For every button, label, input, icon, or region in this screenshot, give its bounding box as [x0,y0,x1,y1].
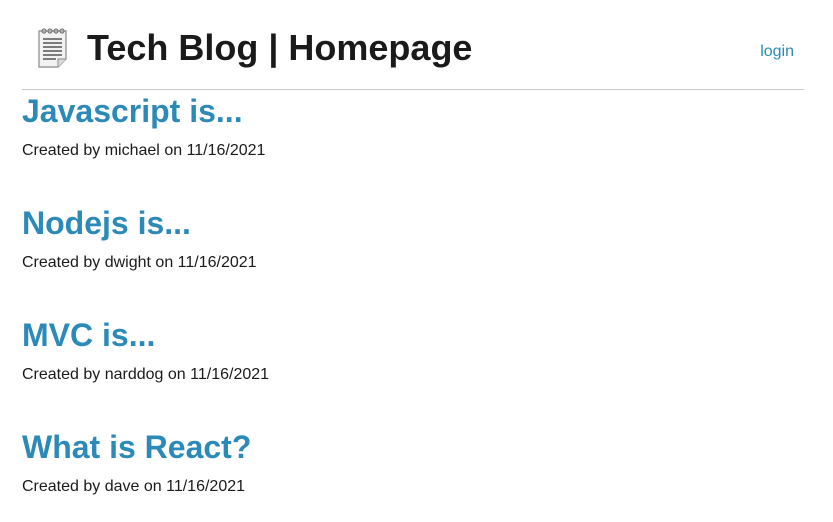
post-meta: Created by narddog on 11/16/2021 [22,365,804,385]
on-label: on [155,254,174,271]
post-title-link[interactable]: What is React? [22,426,804,466]
login-link[interactable]: login [760,42,794,62]
post-item: Javascript is... Created by michael on 1… [22,90,804,202]
on-label: on [143,478,162,495]
created-by-label: Created by [22,478,101,495]
post-title-link[interactable]: MVC is... [22,314,804,354]
page: Tech Blog | Homepage login Javascript is… [0,0,833,522]
on-label: on [167,366,186,383]
created-by-label: Created by [22,142,101,159]
post-title-link[interactable]: Javascript is... [22,90,804,130]
post-item: What is React? Created by dave on 11/16/… [22,426,804,522]
post-date: 11/16/2021 [166,478,246,495]
post-item: MVC is... Created by narddog on 11/16/20… [22,314,804,426]
brand: Tech Blog | Homepage [36,26,472,70]
post-item: Nodejs is... Created by dwight on 11/16/… [22,202,804,314]
post-list: Javascript is... Created by michael on 1… [22,90,804,522]
post-meta: Created by dwight on 11/16/2021 [22,253,804,273]
post-date: 11/16/2021 [186,142,266,159]
on-label: on [164,142,183,159]
post-author: narddog [104,366,164,383]
created-by-label: Created by [22,254,101,271]
notepad-icon [38,28,67,68]
post-title-link[interactable]: Nodejs is... [22,202,804,242]
post-author: dave [104,478,140,495]
post-date: 11/16/2021 [190,366,270,383]
post-meta: Created by michael on 11/16/2021 [22,141,804,161]
post-meta: Created by dave on 11/16/2021 [22,477,804,497]
site-title: Tech Blog | Homepage [87,27,473,68]
created-by-label: Created by [22,366,101,383]
post-author: dwight [104,254,151,271]
site-header: Tech Blog | Homepage login [22,0,804,90]
post-author: michael [104,142,160,159]
post-date: 11/16/2021 [177,254,257,271]
